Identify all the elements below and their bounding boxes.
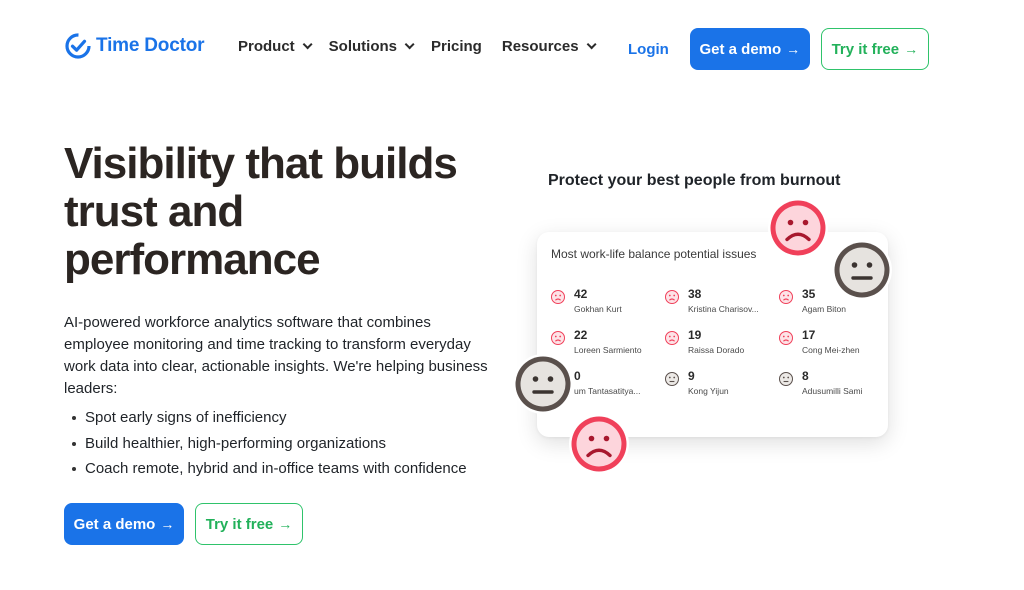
sad-face-icon bbox=[779, 331, 793, 345]
nav-item-label: Solutions bbox=[328, 38, 397, 55]
hero-get-demo-button[interactable]: Get a demo → bbox=[64, 503, 184, 545]
sad-face-icon bbox=[551, 290, 565, 304]
neutral-face-icon bbox=[779, 372, 793, 386]
arrow-right-icon: → bbox=[160, 516, 175, 532]
issue-count: 22 bbox=[574, 328, 588, 342]
chevron-down-icon bbox=[586, 39, 597, 50]
person-name: Gokhan Kurt bbox=[574, 304, 622, 314]
nav-try-free-button[interactable]: Try it free → bbox=[820, 28, 929, 70]
person-item: 9 Kong Yijun bbox=[665, 369, 775, 405]
illustration-title: Protect your best people from burnout bbox=[548, 172, 841, 189]
list-item: Spot early signs of inefficiency bbox=[70, 405, 467, 431]
nav-item-product[interactable]: Product bbox=[238, 38, 313, 55]
person-name: Raissa Dorado bbox=[688, 345, 745, 355]
person-name: Loreen Sarmiento bbox=[574, 345, 642, 355]
list-item: Build healthier, high-performing organiz… bbox=[70, 431, 467, 457]
issue-count: 38 bbox=[688, 287, 702, 301]
person-name: Cong Mei-zhen bbox=[802, 345, 860, 355]
button-label: Get a demo bbox=[699, 40, 782, 58]
nav-actions: Login Get a demo → Try it free → bbox=[628, 28, 929, 70]
issue-count: 8 bbox=[802, 369, 809, 383]
main-menu: Product Solutions Pricing Resources bbox=[238, 38, 613, 55]
arrow-right-icon: → bbox=[904, 41, 919, 57]
issue-count: 9 bbox=[688, 369, 695, 383]
card-title: Most work-life balance potential issues bbox=[551, 247, 757, 261]
person-name: um Tantasatitya... bbox=[574, 386, 641, 396]
time-doctor-logo-icon bbox=[65, 33, 91, 59]
person-item: 17 Cong Mei-zhen bbox=[779, 328, 889, 364]
top-navigation: Time Doctor Product Solutions Pricing Re… bbox=[0, 0, 1024, 98]
issue-count: 35 bbox=[802, 287, 816, 301]
person-name: Adusumilli Sami bbox=[802, 386, 863, 396]
person-name: Agam Biton bbox=[802, 304, 846, 314]
nav-item-label: Pricing bbox=[431, 38, 482, 55]
neutral-face-icon bbox=[513, 354, 573, 414]
person-item: 8 Adusumilli Sami bbox=[779, 369, 889, 405]
nav-item-resources[interactable]: Resources bbox=[501, 38, 597, 55]
chevron-down-icon bbox=[302, 39, 313, 50]
issue-count: 17 bbox=[802, 328, 816, 342]
sad-face-icon bbox=[768, 198, 828, 258]
sad-face-icon bbox=[569, 414, 629, 474]
login-link[interactable]: Login bbox=[628, 41, 669, 58]
nav-item-label: Resources bbox=[501, 38, 579, 55]
hero-title: Visibility that builds trust and perform… bbox=[64, 139, 458, 284]
sad-face-icon bbox=[551, 331, 565, 345]
brand-logo[interactable]: Time Doctor bbox=[64, 32, 205, 60]
sad-face-icon bbox=[665, 290, 679, 304]
nav-item-label: Product bbox=[238, 38, 295, 55]
nav-get-demo-button[interactable]: Get a demo → bbox=[689, 28, 810, 70]
arrow-right-icon: → bbox=[786, 41, 801, 57]
hero-try-free-button[interactable]: Try it free → bbox=[195, 503, 303, 545]
nav-item-pricing[interactable]: Pricing bbox=[431, 38, 482, 55]
button-label: Try it free bbox=[205, 515, 274, 533]
sad-face-icon bbox=[665, 331, 679, 345]
arrow-right-icon: → bbox=[278, 516, 293, 532]
person-item: 42 Gokhan Kurt bbox=[551, 287, 661, 323]
hero-description: AI-powered workforce analytics software … bbox=[64, 314, 488, 397]
brand-name: Time Doctor bbox=[96, 35, 205, 56]
nav-item-solutions[interactable]: Solutions bbox=[328, 38, 415, 55]
person-name: Kristina Charisov... bbox=[688, 304, 759, 314]
button-label: Try it free bbox=[831, 40, 900, 58]
chevron-down-icon bbox=[404, 39, 415, 50]
sad-face-icon bbox=[779, 290, 793, 304]
person-name: Kong Yijun bbox=[688, 386, 729, 396]
hero-bullet-list: Spot early signs of inefficiency Build h… bbox=[70, 405, 467, 482]
person-item: 38 Kristina Charisov... bbox=[665, 287, 775, 323]
issue-count: 42 bbox=[574, 287, 588, 301]
issue-count: 0 bbox=[574, 369, 581, 383]
neutral-face-icon bbox=[665, 372, 679, 386]
neutral-face-icon bbox=[832, 240, 892, 300]
person-item: 19 Raissa Dorado bbox=[665, 328, 775, 364]
button-label: Get a demo bbox=[73, 515, 156, 533]
issue-count: 19 bbox=[688, 328, 702, 342]
list-item: Coach remote, hybrid and in-office teams… bbox=[70, 456, 467, 482]
